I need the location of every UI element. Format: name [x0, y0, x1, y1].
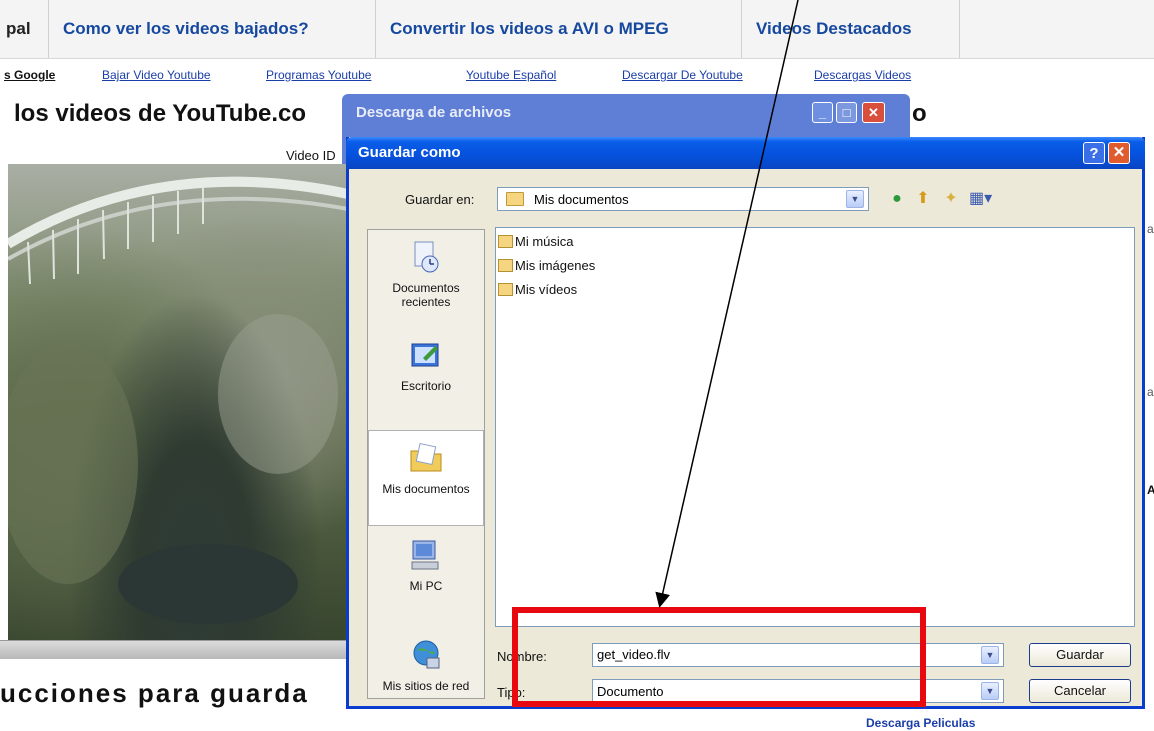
annotation-arrow — [655, 0, 799, 608]
